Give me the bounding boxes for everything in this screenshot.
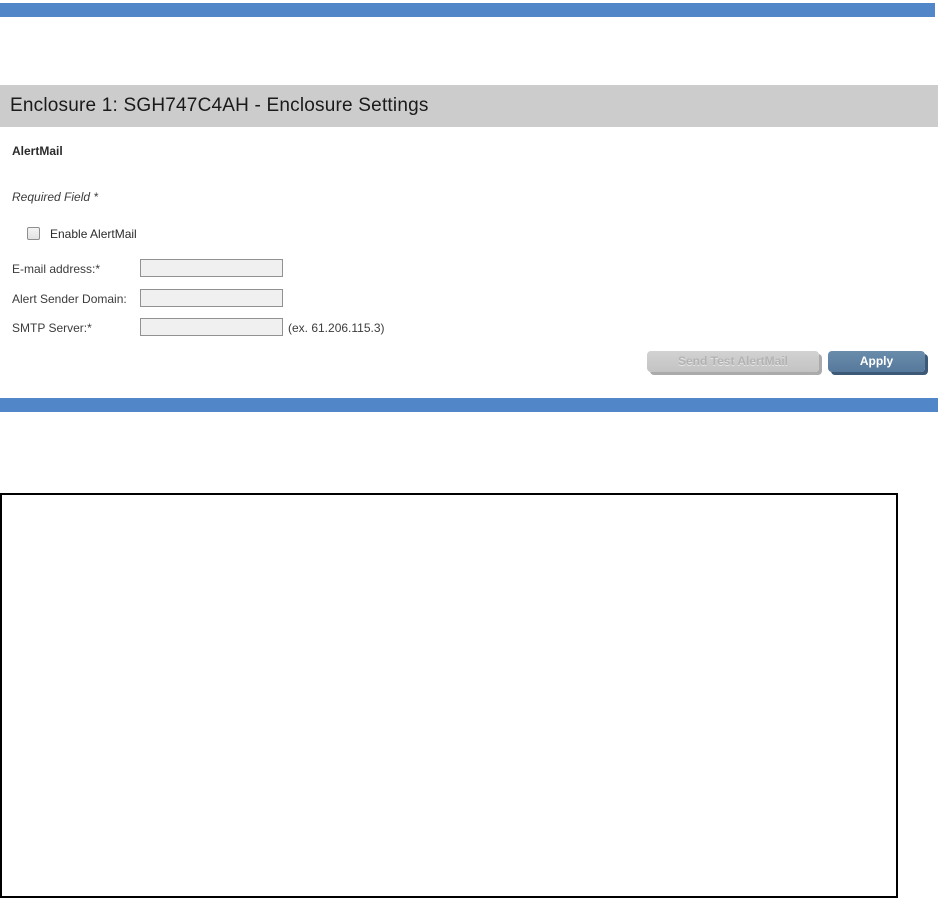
- enable-alertmail-row: Enable AlertMail: [27, 226, 137, 241]
- top-accent-bar: [0, 3, 935, 17]
- enable-alertmail-label: Enable AlertMail: [50, 226, 137, 241]
- empty-content-panel: [0, 493, 898, 898]
- email-address-label: E-mail address:*: [12, 262, 100, 276]
- email-address-input[interactable]: [140, 259, 283, 277]
- smtp-server-input[interactable]: [140, 318, 283, 336]
- alert-sender-domain-label: Alert Sender Domain:: [12, 292, 127, 306]
- apply-button[interactable]: Apply: [828, 351, 925, 372]
- page-header: Enclosure 1: SGH747C4AH - Enclosure Sett…: [0, 85, 938, 127]
- bottom-accent-bar: [0, 398, 938, 412]
- section-title-alertmail: AlertMail: [12, 144, 63, 158]
- enable-alertmail-checkbox[interactable]: [27, 227, 40, 240]
- page-title: Enclosure 1: SGH747C4AH - Enclosure Sett…: [0, 95, 429, 117]
- alert-sender-domain-input[interactable]: [140, 289, 283, 307]
- send-test-alertmail-button[interactable]: Send Test AlertMail: [647, 351, 819, 372]
- smtp-server-example-hint: (ex. 61.206.115.3): [288, 321, 385, 335]
- smtp-server-label: SMTP Server:*: [12, 321, 92, 335]
- required-field-note: Required Field *: [12, 190, 98, 204]
